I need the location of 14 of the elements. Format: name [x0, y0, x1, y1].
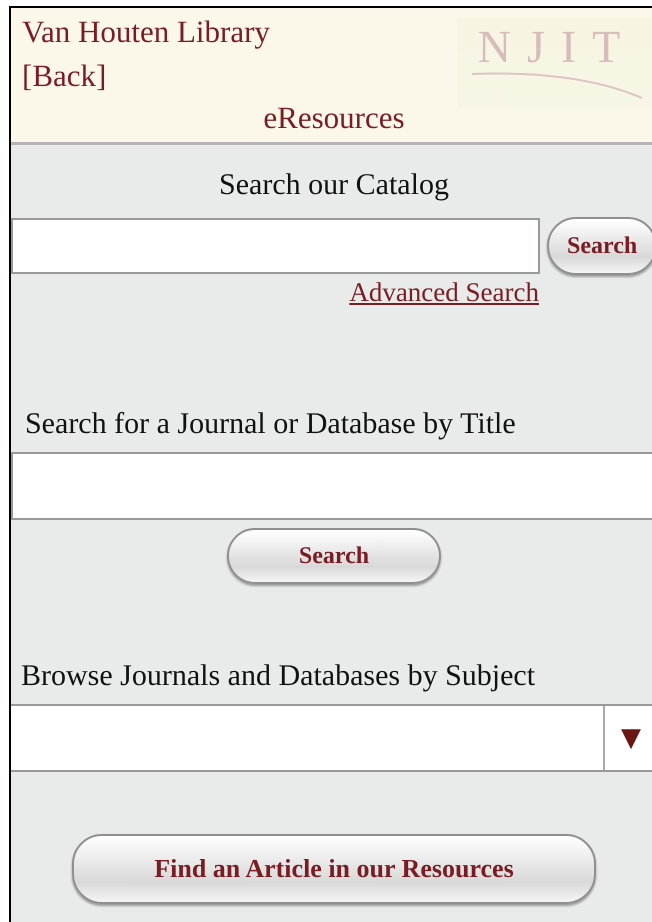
- catalog-search-button[interactable]: Search: [547, 217, 652, 275]
- journal-search-field[interactable]: [11, 452, 652, 520]
- find-article-button[interactable]: Find an Article in our Resources: [72, 834, 596, 904]
- journal-heading: Search for a Journal or Database by Title: [25, 407, 516, 440]
- library-title: Van Houten Library: [22, 13, 270, 51]
- logo: NJIT: [457, 18, 652, 108]
- browse-heading: Browse Journals and Databases by Subject: [21, 659, 536, 692]
- catalog-heading: Search our Catalog: [219, 168, 449, 201]
- back-link[interactable]: [Back]: [22, 54, 106, 98]
- catalog-search-field[interactable]: [11, 218, 540, 274]
- subject-dropdown[interactable]: ▼: [11, 704, 652, 772]
- journal-search-button[interactable]: Search: [227, 528, 441, 584]
- section-title: eResources: [262, 99, 406, 137]
- advanced-search-link[interactable]: Advanced Search: [349, 277, 539, 307]
